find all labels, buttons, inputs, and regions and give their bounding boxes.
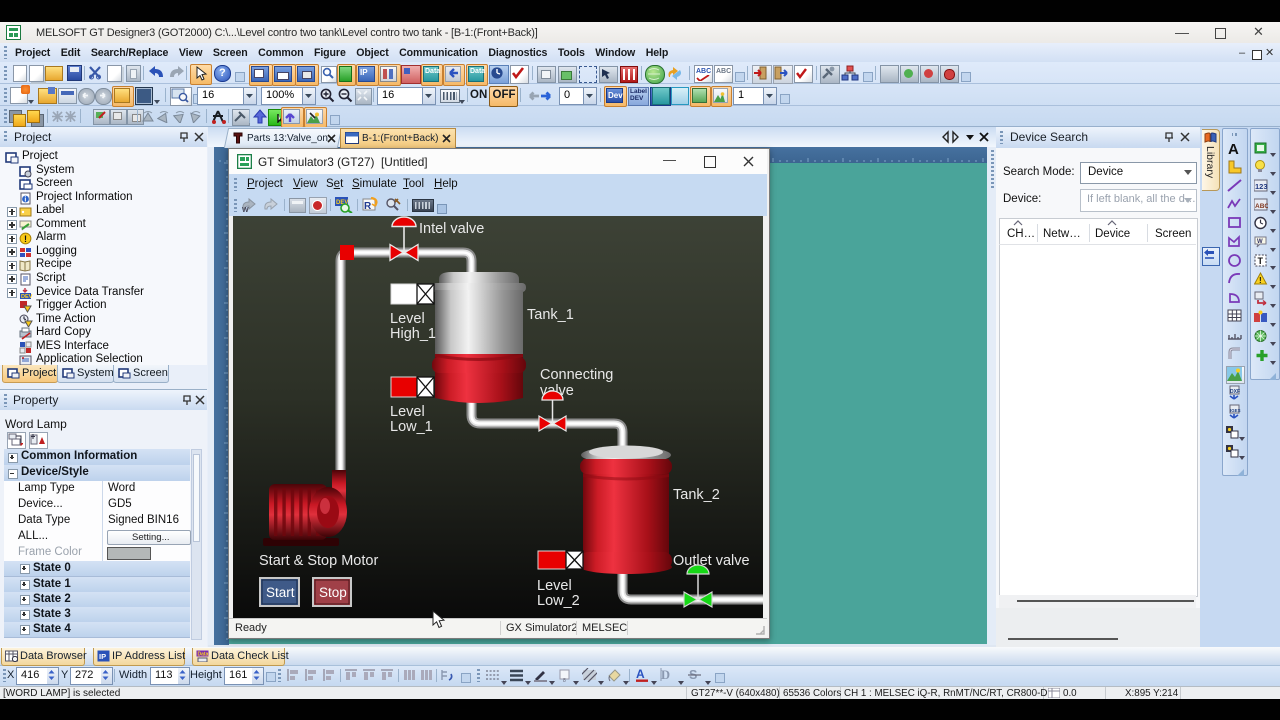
svg-text:W: W <box>242 207 249 213</box>
svg-text:R: R <box>364 201 372 212</box>
svg-text:Low_1: Low_1 <box>390 419 433 435</box>
svg-text:123: 123 <box>1255 182 1268 191</box>
svg-text:Level: Level <box>390 404 425 420</box>
svg-text:Data: Data <box>198 652 209 658</box>
svg-text:!: ! <box>1259 276 1262 285</box>
svg-text:ABC: ABC <box>1255 203 1268 210</box>
svg-text:Stop: Stop <box>319 585 347 600</box>
svg-text:Level: Level <box>390 311 425 327</box>
svg-text:Tank_1: Tank_1 <box>527 307 574 323</box>
svg-text:Start: Start <box>266 585 295 600</box>
svg-text:DXF: DXF <box>1230 389 1240 395</box>
svg-text:Low_2: Low_2 <box>537 593 580 609</box>
svg-text:Level: Level <box>537 578 572 594</box>
svg-text:Outlet valve: Outlet valve <box>673 553 750 569</box>
svg-text:8: 8 <box>563 678 566 682</box>
svg-text:A: A <box>1228 141 1239 157</box>
svg-text:W: W <box>1257 239 1263 245</box>
svg-text:Tank_2: Tank_2 <box>673 487 720 503</box>
svg-text:T: T <box>1258 256 1264 266</box>
svg-text:Connecting: Connecting <box>540 367 613 383</box>
svg-text:D: D <box>661 668 670 682</box>
svg-text:IGES: IGES <box>1230 408 1241 413</box>
svg-text:Intel valve: Intel valve <box>419 221 484 237</box>
svg-text:Start & Stop Motor: Start & Stop Motor <box>259 553 378 569</box>
svg-text:High_1: High_1 <box>390 326 436 342</box>
svg-text:IP: IP <box>99 652 106 661</box>
svg-text:A: A <box>636 667 645 681</box>
